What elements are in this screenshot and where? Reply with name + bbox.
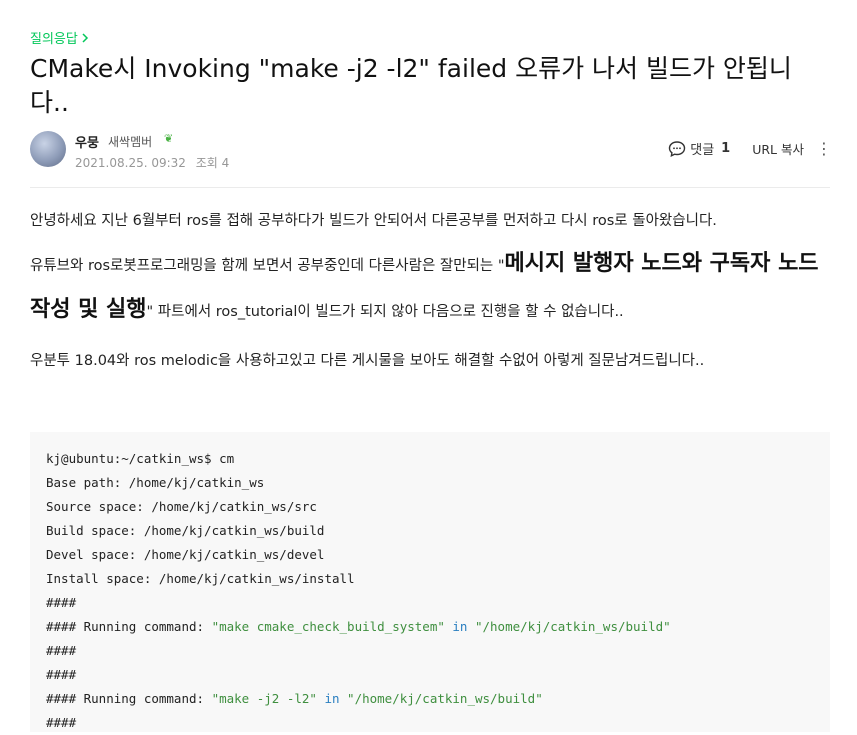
comment-button[interactable]: 댓글 1 xyxy=(668,139,730,158)
post-meta: 2021.08.25. 09:32 조회 4 xyxy=(75,154,229,171)
code-keyword: in xyxy=(444,619,475,634)
code-line: #### xyxy=(46,595,77,610)
divider xyxy=(30,187,830,188)
category-link[interactable]: 질의응답 xyxy=(30,28,89,47)
view-count: 조회 4 xyxy=(195,156,230,170)
code-line: #### xyxy=(46,715,77,730)
more-options-icon[interactable]: ⋮ xyxy=(816,140,832,156)
code-line: #### Running command: "make -j2 -l2" in … xyxy=(46,687,814,711)
post-date: 2021.08.25. 09:32 xyxy=(75,156,186,170)
member-grade: 새싹멤버 xyxy=(108,135,153,149)
code-string: "make cmake_check_build_system" xyxy=(211,619,445,634)
paragraph-3: 우분투 18.04와 ros melodic을 사용하고있고 다른 게시물을 보… xyxy=(30,353,705,369)
sprout-icon: ❦ xyxy=(164,132,174,145)
article-tools: 댓글 1 URL 복사 ⋮ xyxy=(668,139,832,158)
code-line: Source space: /home/kj/catkin_ws/src xyxy=(46,499,317,514)
paragraph-1: 안녕하세요 지난 6월부터 ros를 접해 공부하다가 빌드가 안되어서 다른공… xyxy=(30,213,717,229)
code-line: #### xyxy=(46,643,77,658)
comment-label: 댓글 xyxy=(690,143,715,158)
category-label: 질의응답 xyxy=(30,32,78,47)
post-body: 안녕하세요 지난 6월부터 ros를 접해 공부하다가 빌드가 안되어서 다른공… xyxy=(30,210,830,369)
post-title: CMake시 Invoking "make -j2 -l2" failed 오류… xyxy=(30,54,792,117)
code-keyword: in xyxy=(316,691,348,706)
code-line: Install space: /home/kj/catkin_ws/instal… xyxy=(46,571,355,586)
comment-count: 1 xyxy=(721,141,731,156)
code-text: #### Running command: xyxy=(46,691,212,706)
comment-icon xyxy=(669,140,686,157)
paragraph-2-start: 유튜브와 ros로봇프로그래밍을 함께 보면서 공부중인데 다른사람은 잘만되는… xyxy=(30,258,505,274)
code-text: #### Running command: xyxy=(46,619,212,634)
url-copy-button[interactable]: URL 복사 xyxy=(752,139,804,158)
chevron-right-icon xyxy=(82,32,88,43)
author-nickname[interactable]: 우뭉 xyxy=(75,132,99,151)
code-line: #### xyxy=(46,667,77,682)
code-line: kj@ubuntu:~/catkin_ws$ cm xyxy=(46,451,235,466)
paragraph-2-end: " 파트에서 ros_tutorial이 빌드가 되지 않아 다음으로 진행을 … xyxy=(146,304,624,320)
avatar[interactable] xyxy=(30,131,66,167)
author-row: 우뭉 새싹멤버 ❦ 2021.08.25. 09:32 조회 4 댓글 1 UR… xyxy=(30,131,832,171)
code-string: "/home/kj/catkin_ws/build" xyxy=(474,619,671,634)
code-line: Devel space: /home/kj/catkin_ws/devel xyxy=(46,547,325,562)
code-line: Build space: /home/kj/catkin_ws/build xyxy=(46,523,325,538)
code-string: "/home/kj/catkin_ws/build" xyxy=(347,691,543,706)
code-line: Base path: /home/kj/catkin_ws xyxy=(46,475,265,490)
paragraph-2: 유튜브와 ros로봇프로그래밍을 함께 보면서 공부중인데 다른사람은 잘만되는… xyxy=(30,242,830,334)
code-string: "make -j2 -l2" xyxy=(211,691,317,706)
code-block: kj@ubuntu:~/catkin_ws$ cm Base path: /ho… xyxy=(30,432,830,732)
code-line: #### Running command: "make cmake_check_… xyxy=(46,615,814,639)
